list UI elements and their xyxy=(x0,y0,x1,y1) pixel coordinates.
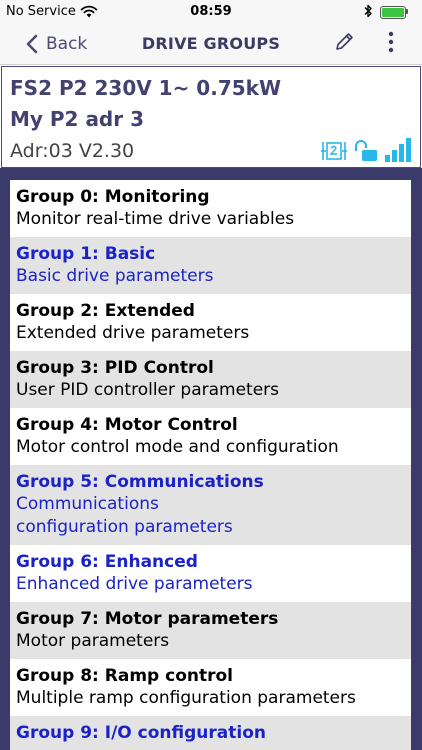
group-description: configuration parameters xyxy=(16,517,233,537)
navigation-bar: Back DRIVE GROUPS xyxy=(0,24,422,65)
group-list-item[interactable]: Group 5: Communications Communications con… xyxy=(10,465,411,545)
group-description: Extended drive parameters xyxy=(16,323,250,343)
group-list-item[interactable]: Group 9: I/O configuration xyxy=(10,716,411,750)
groups-panel: Group 0: Monitoring Monitor real-time dri… xyxy=(0,168,422,750)
pencil-icon[interactable] xyxy=(333,31,355,53)
drive-info-card: FS2 P2 230V 1~ 0.75kW My P2 adr 3 Adr:03… xyxy=(1,66,421,168)
bluetooth-icon xyxy=(364,4,372,18)
drive-address-version: Adr:03 V2.30 xyxy=(10,140,135,162)
group-list-item[interactable]: Group 7: Motor parameters Motor parameter… xyxy=(10,602,411,659)
group-list-item[interactable]: Group 4: Motor Control Motor control mode… xyxy=(10,408,411,465)
group-list-item[interactable]: Group 8: Ramp control Multiple ramp confi… xyxy=(10,659,411,716)
group-list-item[interactable]: Group 3: PID Control User PID controller … xyxy=(10,351,411,408)
group-title: Group 4: Motor Control xyxy=(16,415,238,435)
group-description: Basic drive parameters xyxy=(16,266,214,286)
unlocked-padlock-icon[interactable] xyxy=(353,139,379,163)
drive-name: My P2 adr 3 xyxy=(10,107,144,131)
group-description: Communications xyxy=(16,494,159,514)
group-title: Group 7: Motor parameters xyxy=(16,609,279,629)
page-title: DRIVE GROUPS xyxy=(141,34,281,53)
drive-model: FS2 P2 230V 1~ 0.75kW xyxy=(10,76,282,100)
battery-tip xyxy=(406,9,408,14)
groups-list: Group 0: Monitoring Monitor real-time dri… xyxy=(10,180,411,750)
group-list-item[interactable]: Group 6: Enhanced Enhanced drive paramete… xyxy=(10,545,411,602)
group-description: Motor parameters xyxy=(16,631,170,651)
group-description: Enhanced drive parameters xyxy=(16,574,253,594)
group-title: Group 2: Extended xyxy=(16,301,195,321)
signal-strength-icon xyxy=(385,138,411,162)
group-title: Group 9: I/O configuration xyxy=(16,723,266,743)
group-title: Group 0: Monitoring xyxy=(16,187,210,207)
group-description: User PID controller parameters xyxy=(16,380,280,400)
group-title: Group 3: PID Control xyxy=(16,358,214,378)
group-list-item[interactable]: Group 1: Basic Basic drive parameters xyxy=(10,237,411,294)
group-title: Group 1: Basic xyxy=(16,244,156,264)
group-description: Motor control mode and configuration xyxy=(16,437,339,457)
group-title: Group 6: Enhanced xyxy=(16,552,198,572)
io-terminal-icon[interactable] xyxy=(321,140,347,162)
status-bar: No Service 08:59 xyxy=(0,0,422,24)
group-title: Group 8: Ramp control xyxy=(16,666,233,686)
group-list-item[interactable]: Group 0: Monitoring Monitor real-time dri… xyxy=(10,180,411,237)
more-options-icon[interactable] xyxy=(386,30,396,54)
clock: 08:59 xyxy=(190,4,232,19)
group-description: Multiple ramp configuration parameters xyxy=(16,688,356,708)
group-title: Group 5: Communications xyxy=(16,472,264,492)
battery-icon xyxy=(380,6,406,19)
group-list-item[interactable]: Group 2: Extended Extended drive paramete… xyxy=(10,294,411,351)
group-description: Monitor real-time drive variables xyxy=(16,209,295,229)
